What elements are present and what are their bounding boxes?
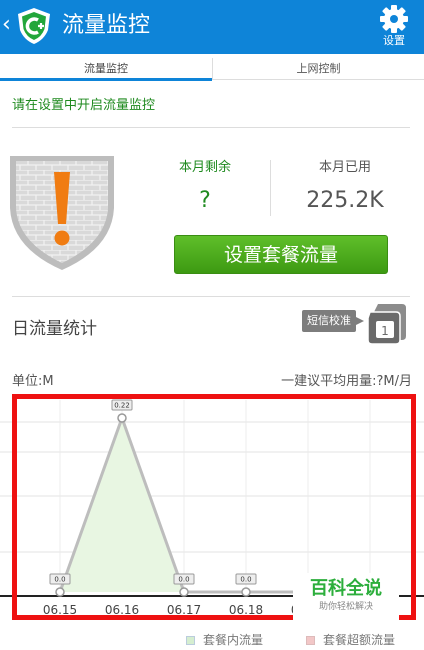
watermark-subtitle: 助你轻松解决 — [318, 602, 373, 612]
data-point — [179, 587, 189, 597]
x-tick-label: 06.17 — [167, 603, 201, 617]
page-title: 流量监控 — [62, 13, 151, 38]
tab-label: 上网控制 — [296, 62, 341, 75]
data-point — [117, 413, 127, 423]
used-value: 225.2K — [306, 188, 384, 213]
settings-button[interactable]: 设置 — [374, 2, 414, 52]
data-label: 0.0 — [54, 576, 65, 584]
remaining-value: ? — [199, 188, 211, 213]
tab-traffic-monitor[interactable]: 流量监控 — [0, 58, 212, 81]
legend-in-plan: 套餐内流量 — [186, 632, 263, 648]
unit-label: 单位:M — [12, 374, 54, 389]
tab-internet-control[interactable]: 上网控制 — [212, 58, 424, 80]
legend-swatch — [186, 636, 195, 645]
divider — [12, 296, 410, 297]
app-header: ‹ 流量监控 设置 — [0, 0, 424, 54]
remaining-label: 本月剩余 — [178, 160, 231, 175]
data-label: 0.22 — [114, 402, 130, 410]
svg-text:1: 1 — [381, 324, 389, 338]
data-point — [241, 587, 251, 597]
divider — [12, 127, 410, 128]
x-tick-label: 06.18 — [229, 603, 263, 617]
x-tick-label: 06.15 — [43, 603, 77, 617]
legend-swatch — [306, 636, 315, 645]
sms-calibrate-button[interactable]: 短信校准 — [302, 310, 364, 332]
month-remaining: 本月剩余 ? — [160, 160, 250, 216]
legend-over-plan: 套餐超额流量 — [306, 632, 395, 648]
legend-label: 套餐超额流量 — [323, 633, 396, 647]
data-label: 0.0 — [178, 576, 189, 584]
set-plan-button[interactable]: 设置套餐流量 — [174, 235, 388, 274]
settings-label: 设置 — [383, 34, 405, 47]
gear-icon — [380, 5, 408, 33]
back-arrow-icon[interactable]: ‹ — [2, 12, 11, 38]
chart-area — [0, 413, 424, 597]
data-label: 0.0 — [240, 576, 251, 584]
month-used: 本月已用 225.2K — [290, 160, 400, 216]
shield-plus-icon — [18, 8, 50, 44]
tab-label: 流量监控 — [84, 62, 128, 75]
watermark-title: 百科全说 — [310, 578, 382, 599]
legend-label: 套餐内流量 — [203, 633, 264, 647]
watermark-logo: 百科全说 助你轻松解决 — [293, 573, 399, 621]
area-fill — [60, 418, 370, 592]
stat-separator — [270, 160, 271, 216]
suggested-average: 一建议平均用量:?M/月 — [281, 374, 412, 389]
data-point — [55, 587, 65, 597]
warning-shield-icon — [10, 156, 114, 270]
tab-bar: 流量监控 上网控制 — [0, 58, 424, 81]
used-label: 本月已用 — [318, 160, 371, 175]
active-tab-indicator — [0, 78, 212, 81]
sim-card-icon[interactable]: 1 — [366, 300, 410, 346]
daily-stats-title: 日流量统计 — [12, 319, 97, 339]
monitor-notice[interactable]: 请在设置中开启流量监控 — [12, 94, 155, 113]
x-tick-label: 06.16 — [105, 603, 139, 617]
chart-grid — [0, 400, 424, 592]
